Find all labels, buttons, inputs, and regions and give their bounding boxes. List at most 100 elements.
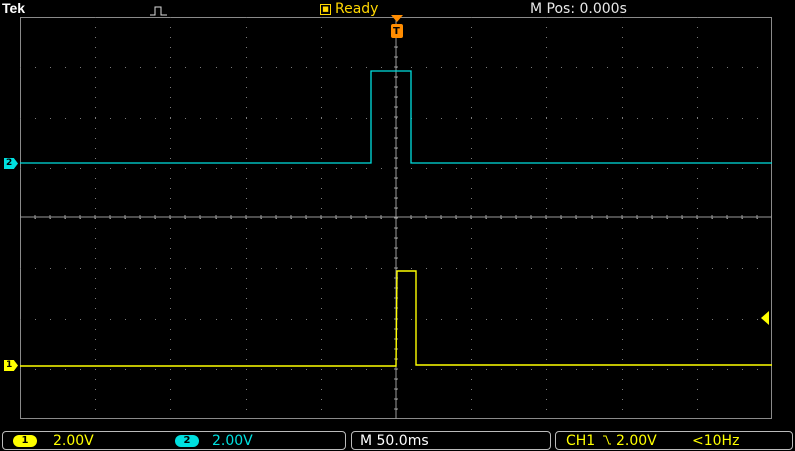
grid-dot — [321, 47, 322, 48]
grid-dot — [35, 319, 36, 320]
grid-dot — [95, 67, 96, 68]
grid-dot — [65, 319, 66, 320]
grid-dot — [170, 308, 171, 309]
trigger-level-marker[interactable] — [760, 310, 770, 329]
grid-dot — [170, 389, 171, 390]
grid-dot — [95, 369, 96, 370]
grid-dot — [471, 57, 472, 58]
grid-dot — [667, 118, 668, 119]
grid-dot — [546, 208, 547, 209]
grid-dot — [682, 268, 683, 269]
grid-dot — [622, 138, 623, 139]
grid-dot — [20, 168, 21, 169]
grid-dot — [546, 128, 547, 129]
grid-dot — [531, 319, 532, 320]
grid-dot — [486, 369, 487, 370]
ch2-ground-marker[interactable]: 2 — [4, 158, 18, 169]
grid-dot — [80, 118, 81, 119]
grid-dot — [246, 238, 247, 239]
grid-dot — [170, 158, 171, 159]
grid-dot — [516, 168, 517, 169]
grid-dot — [441, 118, 442, 119]
bottom-status-bar: 1 2.00V 2 2.00V M 50.0ms CH1 2.00V <10Hz — [0, 431, 795, 451]
grid-dot — [246, 319, 247, 320]
grid-dot — [246, 188, 247, 189]
horizontal-position-readout: M Pos: 0.000s — [530, 1, 627, 17]
grid-dot — [742, 67, 743, 68]
grid-dot — [155, 319, 156, 320]
grid-dot — [622, 158, 623, 159]
grid-dot — [125, 118, 126, 119]
grid-dot — [637, 168, 638, 169]
grid-dot — [607, 67, 608, 68]
grid-dot — [546, 178, 547, 179]
stop-square-icon: ■ — [320, 4, 331, 15]
grid-dot — [95, 248, 96, 249]
grid-dot — [366, 369, 367, 370]
timebase-readout: M 50.0ms — [360, 433, 429, 449]
grid-dot — [95, 228, 96, 229]
grid-dot — [381, 268, 382, 269]
grid-dot — [697, 308, 698, 309]
grid-dot — [471, 37, 472, 38]
grid-dot — [682, 67, 683, 68]
grid-dot — [622, 97, 623, 98]
grid-dot — [697, 67, 698, 68]
grid-dot — [697, 107, 698, 108]
grid-dot — [546, 298, 547, 299]
grid-dot — [95, 107, 96, 108]
grid-dot — [727, 168, 728, 169]
grid-dot — [216, 319, 217, 320]
grid-dot — [742, 369, 743, 370]
grid-dot — [697, 128, 698, 129]
ch1-ground-marker[interactable]: 1 — [4, 360, 18, 371]
trigger-info-box[interactable]: CH1 2.00V <10Hz — [555, 431, 793, 450]
grid-dot — [471, 399, 472, 400]
grid-dot — [546, 188, 547, 189]
grid-dot — [712, 268, 713, 269]
grid-dot — [170, 138, 171, 139]
grid-dot — [125, 319, 126, 320]
grid-dot — [20, 67, 21, 68]
grid-dot — [471, 268, 472, 269]
grid-dot — [246, 117, 247, 118]
grid-dot — [652, 268, 653, 269]
grid-dot — [757, 369, 758, 370]
vertical-scale-box[interactable]: 1 2.00V 2 2.00V — [2, 431, 346, 450]
grid-dot — [697, 409, 698, 410]
grid-dot — [246, 57, 247, 58]
grid-dot — [170, 118, 171, 119]
grid-dot — [426, 268, 427, 269]
grid-dot — [95, 138, 96, 139]
grid-dot — [697, 138, 698, 139]
grid-dot — [246, 77, 247, 78]
grid-dot — [95, 47, 96, 48]
grid-dot — [246, 97, 247, 98]
grid-dot — [576, 369, 577, 370]
grid-dot — [546, 258, 547, 259]
grid-dot — [426, 67, 427, 68]
waveform-display[interactable] — [20, 17, 772, 419]
grid-dot — [50, 319, 51, 320]
grid-dot — [456, 118, 457, 119]
grid-dot — [697, 148, 698, 149]
grid-dot — [35, 268, 36, 269]
grid-dot — [441, 168, 442, 169]
horizontal-scale-box[interactable]: M 50.0ms — [351, 431, 551, 450]
grid-dot — [471, 67, 472, 68]
grid-dot — [697, 379, 698, 380]
grid-dot — [546, 138, 547, 139]
grid-dot — [200, 268, 201, 269]
grid-dot — [291, 268, 292, 269]
grid-dot — [546, 399, 547, 400]
grid-dot — [246, 128, 247, 129]
grid-dot — [95, 87, 96, 88]
grid-dot — [246, 359, 247, 360]
grid-dot — [697, 47, 698, 48]
trigger-source: CH1 — [566, 433, 596, 449]
grid-dot — [65, 118, 66, 119]
grid-dot — [170, 198, 171, 199]
grid-dot — [426, 168, 427, 169]
grid-dot — [712, 118, 713, 119]
grid-dot — [95, 208, 96, 209]
